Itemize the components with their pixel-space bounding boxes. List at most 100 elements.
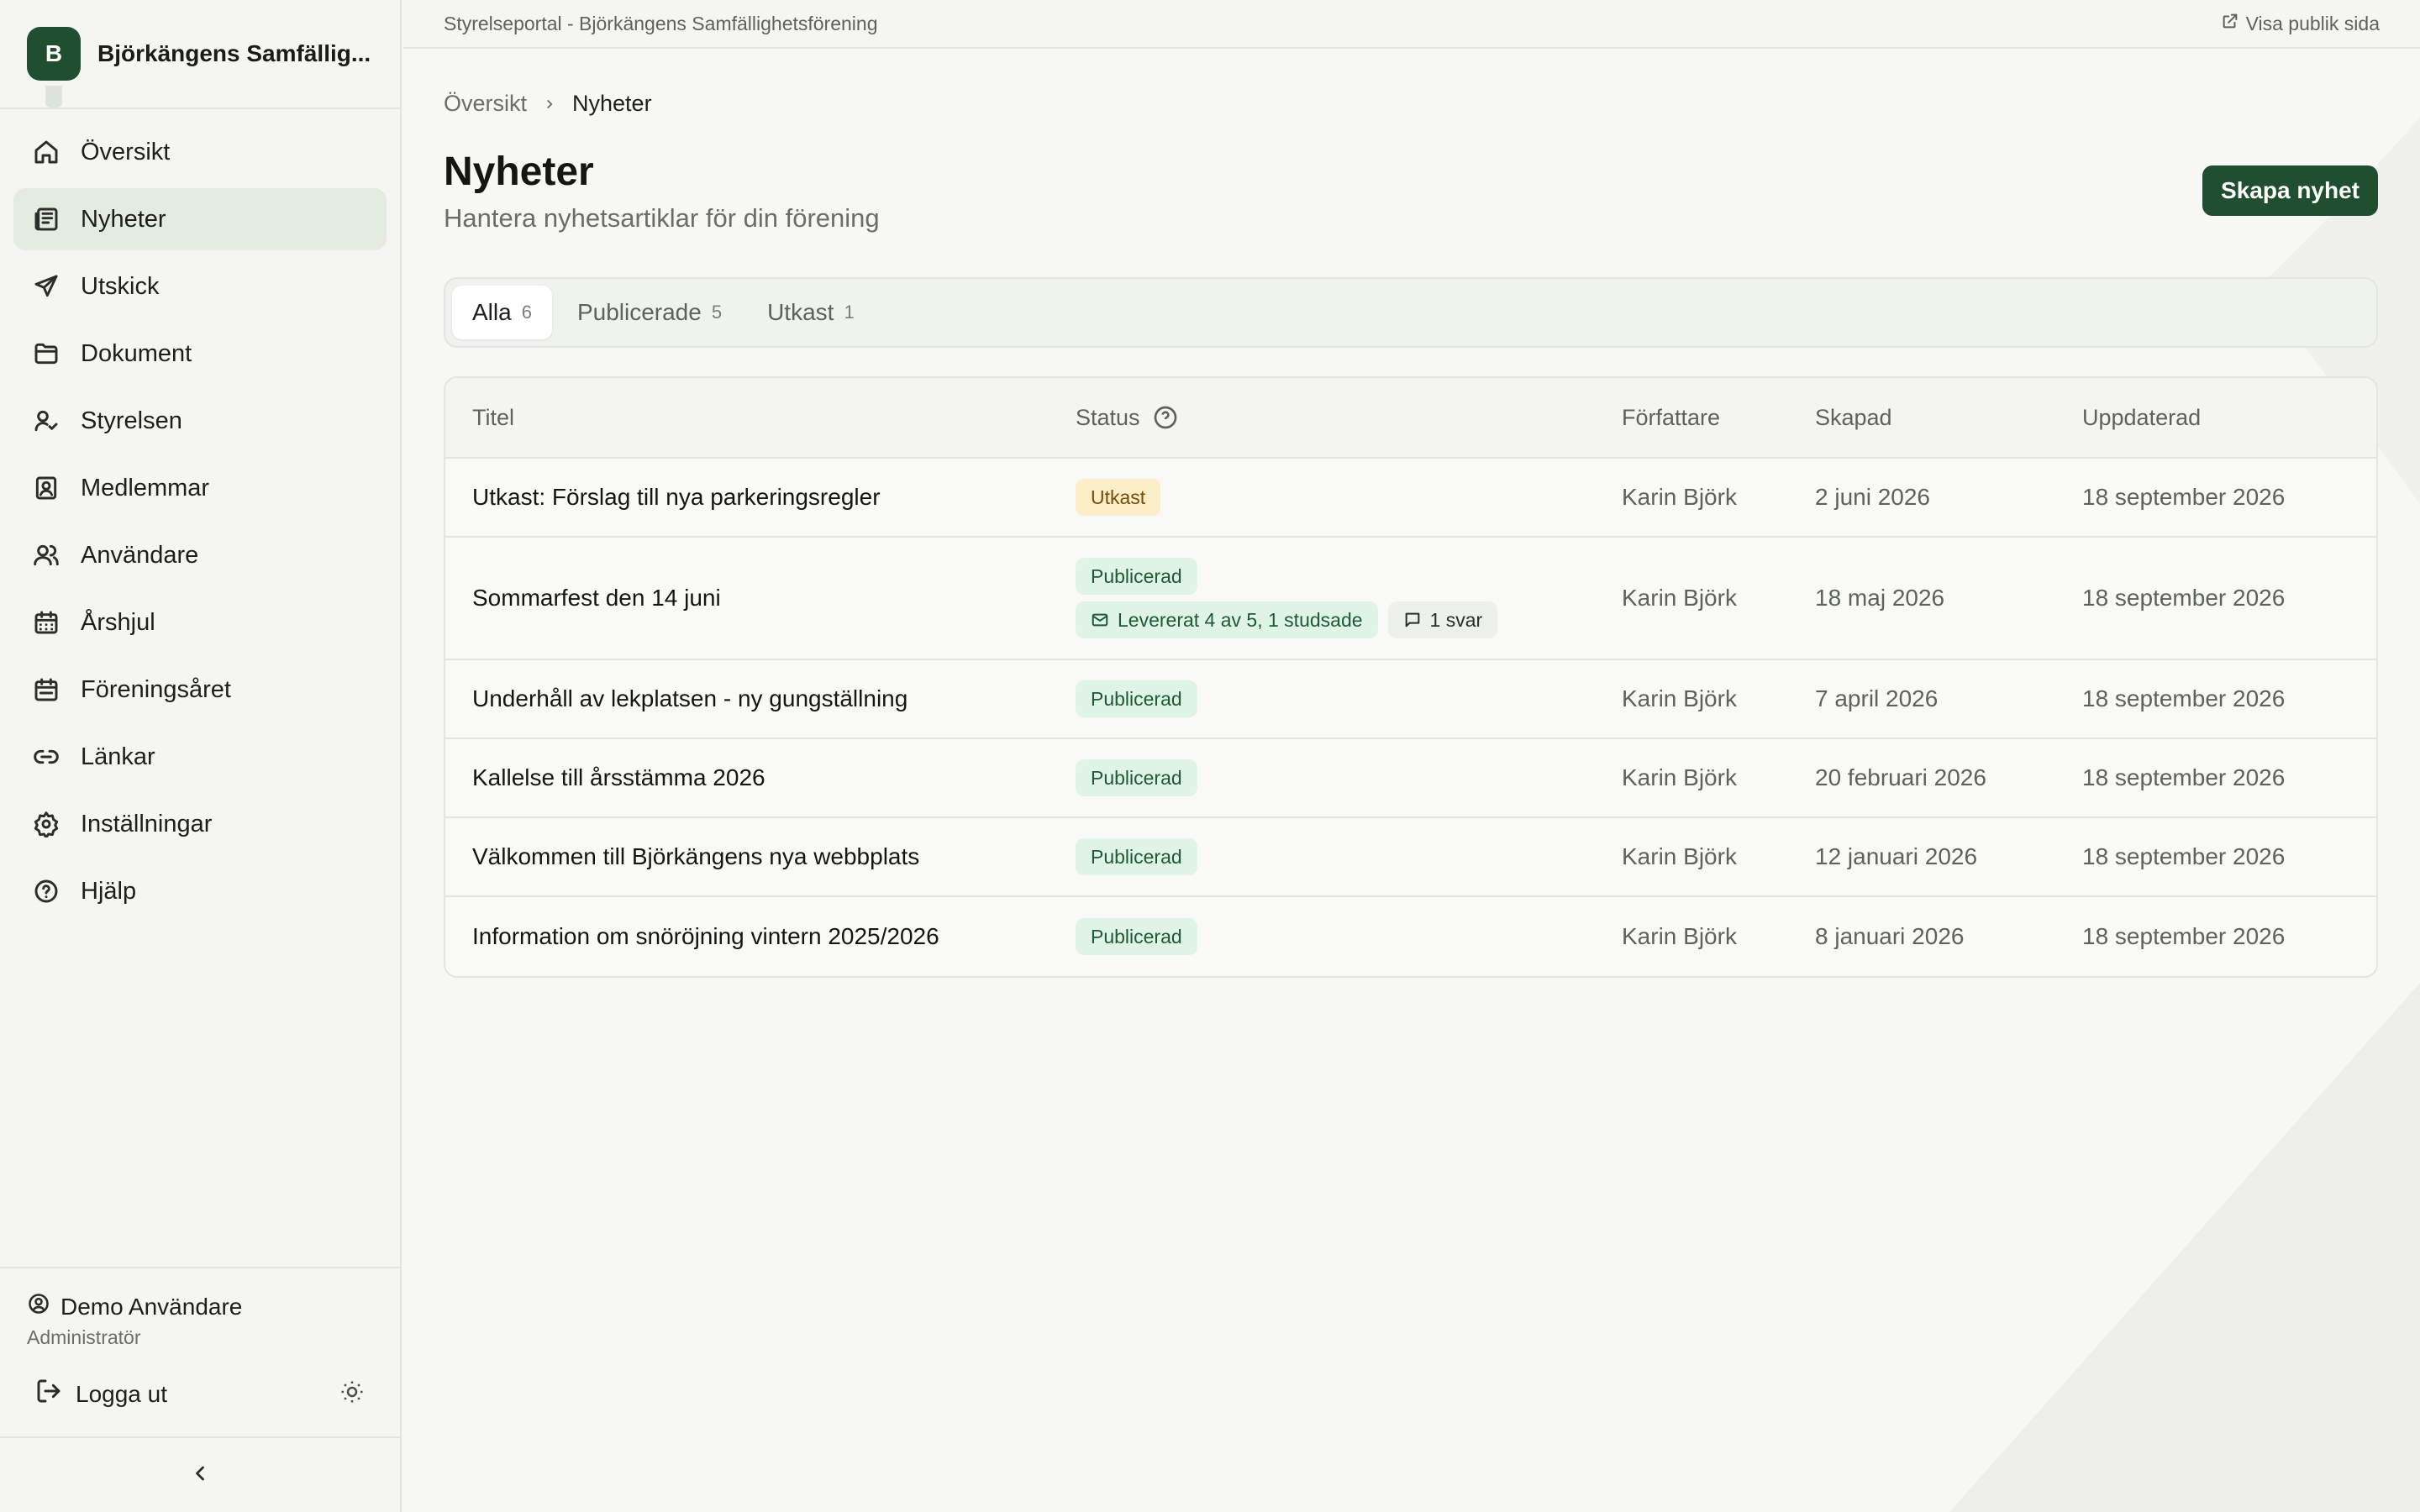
topbar: Styrelseportal - Björkängens Samfällighe… <box>403 0 2420 49</box>
sidebar-item-label: Årshjul <box>81 608 155 636</box>
users-icon <box>32 541 60 570</box>
main-content: Översikt Nyheter Nyheter Hantera nyhetsa… <box>444 49 2378 978</box>
gear-icon <box>32 810 60 838</box>
tab-count: 1 <box>844 302 855 323</box>
header-updated[interactable]: Uppdaterad <box>2082 405 2376 431</box>
sidebar-item-label: Medlemmar <box>81 474 210 501</box>
row-title[interactable]: Kallelse till årsstämma 2026 <box>445 764 1076 791</box>
page-subtitle: Hantera nyhetsartiklar för din förening <box>444 203 880 233</box>
user-role: Administratör <box>27 1326 141 1348</box>
header-author[interactable]: Författare <box>1622 405 1815 431</box>
row-updated: 18 september 2026 <box>2082 484 2286 510</box>
contact-book-icon <box>32 474 60 502</box>
sidebar-item-dokument[interactable]: Dokument <box>13 323 387 385</box>
delivery-badge[interactable]: Levererat 4 av 5, 1 studsade <box>1076 601 1378 638</box>
portal-title: Styrelseportal - Björkängens Samfällighe… <box>444 12 878 34</box>
status-badge: Publicerad <box>1076 838 1197 875</box>
table-row[interactable]: Utkast: Förslag till nya parkeringsregle… <box>445 459 2376 538</box>
row-status: Publicerad Levererat 4 av 5, 1 studsade … <box>1076 558 1622 638</box>
replies-text: 1 svar <box>1429 608 1483 631</box>
sidebar-item-label: Översikt <box>81 138 171 165</box>
newspaper-icon <box>32 205 60 234</box>
status-badge: Publicerad <box>1076 558 1197 595</box>
row-status: Publicerad <box>1076 918 1622 955</box>
sidebar-item-foreningsaret[interactable]: Föreningsåret <box>13 659 387 721</box>
sidebar-item-anvandare[interactable]: Användare <box>13 524 387 586</box>
tab-count: 6 <box>521 302 532 323</box>
help-circle-icon <box>32 877 60 906</box>
sidebar-item-styrelsen[interactable]: Styrelsen <box>13 390 387 452</box>
table-row[interactable]: Kallelse till årsstämma 2026 Publicerad … <box>445 739 2376 818</box>
brand[interactable]: B Björkängens Samfällig... <box>0 0 400 109</box>
row-created: 2 juni 2026 <box>1815 484 1931 510</box>
sidebar-item-nyheter[interactable]: Nyheter <box>13 188 387 250</box>
user-name: Demo Användare <box>60 1293 243 1320</box>
row-title[interactable]: Välkommen till Björkängens nya webbplats <box>445 843 1076 870</box>
row-author: Karin Björk <box>1622 923 1737 949</box>
user-check-icon <box>32 407 60 435</box>
row-status: Publicerad <box>1076 680 1622 717</box>
row-created: 7 april 2026 <box>1815 685 1939 711</box>
row-created: 20 februari 2026 <box>1815 764 1986 790</box>
sidebar-item-label: Styrelsen <box>81 407 182 434</box>
tab-utkast[interactable]: Utkast 1 <box>747 286 875 339</box>
user-name-row: Demo Användare <box>27 1292 373 1321</box>
sidebar-item-hjalp[interactable]: Hjälp <box>13 860 387 922</box>
logout-button[interactable]: Logga ut <box>35 1378 167 1410</box>
row-updated: 18 september 2026 <box>2082 923 2286 949</box>
table-row[interactable]: Underhåll av lekplatsen - ny gungställni… <box>445 660 2376 739</box>
delivery-text: Levererat 4 av 5, 1 studsade <box>1118 608 1363 631</box>
calendar-grid-icon <box>32 608 60 637</box>
mail-icon <box>1092 613 1108 627</box>
sidebar-item-lankar[interactable]: Länkar <box>13 726 387 788</box>
header-title[interactable]: Titel <box>445 405 1076 431</box>
row-updated: 18 september 2026 <box>2082 685 2286 711</box>
theme-toggle-button[interactable] <box>339 1379 365 1409</box>
row-status: Publicerad <box>1076 838 1622 875</box>
status-badge: Publicerad <box>1076 918 1197 955</box>
sidebar-item-utskick[interactable]: Utskick <box>13 255 387 318</box>
sidebar-item-label: Användare <box>81 541 199 569</box>
help-circle-icon[interactable] <box>1152 404 1179 431</box>
row-title[interactable]: Sommarfest den 14 juni <box>445 585 1076 612</box>
row-status: Utkast <box>1076 479 1622 516</box>
replies-badge[interactable]: 1 svar <box>1387 601 1498 638</box>
table-header: Titel Status Författare Skapad Uppdatera… <box>445 378 2376 459</box>
header-status[interactable]: Status <box>1076 404 1622 431</box>
row-created: 18 maj 2026 <box>1815 585 1945 611</box>
sidebar-item-medlemmar[interactable]: Medlemmar <box>13 457 387 519</box>
table-row[interactable]: Sommarfest den 14 juni Publicerad Levere… <box>445 538 2376 660</box>
message-icon <box>1405 612 1419 627</box>
user-block: Demo Användare Administratör Logga ut <box>0 1267 400 1410</box>
logout-label: Logga ut <box>76 1380 167 1407</box>
header-status-label: Status <box>1076 404 1140 430</box>
send-icon <box>32 272 60 301</box>
sidebar: B Björkängens Samfällig... Översikt Nyhe… <box>0 0 402 1512</box>
row-author: Karin Björk <box>1622 484 1737 510</box>
tab-label: Publicerade <box>576 299 702 325</box>
user-circle-icon <box>27 1292 60 1321</box>
public-site-link[interactable]: Visa publik sida <box>2221 12 2380 35</box>
header-created[interactable]: Skapad <box>1815 405 2082 431</box>
sidebar-item-arshjul[interactable]: Årshjul <box>13 591 387 654</box>
chevron-left-icon <box>188 1462 212 1489</box>
row-title[interactable]: Utkast: Förslag till nya parkeringsregle… <box>445 484 1076 511</box>
brand-name: Björkängens Samfällig... <box>97 40 371 66</box>
table-row[interactable]: Information om snöröjning vintern 2025/2… <box>445 897 2376 976</box>
external-link-icon <box>2221 12 2246 35</box>
sidebar-item-oversikt[interactable]: Översikt <box>13 121 387 183</box>
collapse-sidebar-button[interactable] <box>0 1436 400 1512</box>
calendar-icon <box>32 675 60 704</box>
status-badge: Publicerad <box>1076 759 1197 796</box>
row-author: Karin Björk <box>1622 843 1737 869</box>
row-title[interactable]: Underhåll av lekplatsen - ny gungställni… <box>445 685 1076 712</box>
table-row[interactable]: Välkommen till Björkängens nya webbplats… <box>445 818 2376 897</box>
row-updated: 18 september 2026 <box>2082 764 2286 790</box>
create-news-button[interactable]: Skapa nyhet <box>2202 165 2378 216</box>
tab-publicerade[interactable]: Publicerade 5 <box>557 286 742 339</box>
row-title[interactable]: Information om snöröjning vintern 2025/2… <box>445 923 1076 950</box>
sidebar-item-installningar[interactable]: Inställningar <box>13 793 387 855</box>
breadcrumb-root[interactable]: Översikt <box>444 91 527 117</box>
brand-logo-tab <box>45 86 62 108</box>
tab-alla[interactable]: Alla 6 <box>452 286 552 339</box>
